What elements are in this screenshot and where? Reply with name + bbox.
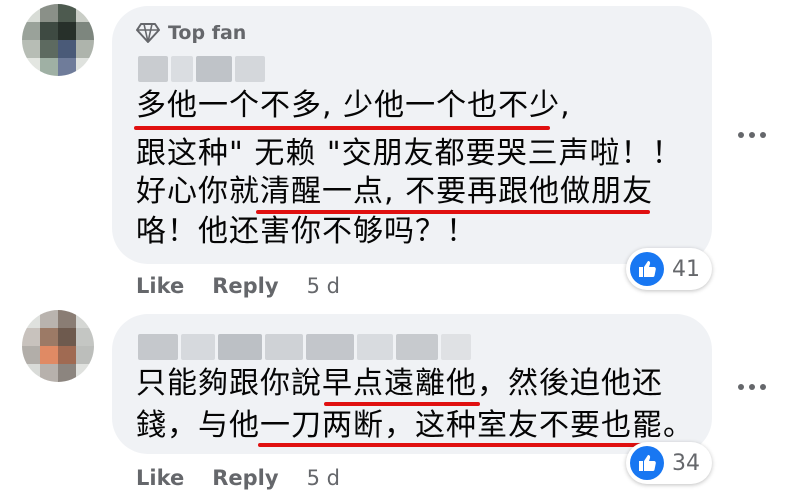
avatar[interactable] bbox=[22, 310, 94, 382]
comment-text-line: 好心你就清醒一点, 不要再跟他做朋友 bbox=[136, 174, 654, 209]
avatar[interactable] bbox=[22, 4, 94, 76]
diamond-icon bbox=[136, 23, 160, 43]
comment-text-line: 多他一个不多, 少他一个也不少, bbox=[136, 88, 571, 123]
comment-actions: Like Reply 5 d bbox=[136, 466, 340, 490]
like-button[interactable]: Like bbox=[136, 274, 184, 298]
like-button[interactable]: Like bbox=[136, 466, 184, 490]
commenter-name[interactable] bbox=[138, 334, 471, 360]
timestamp[interactable]: 5 d bbox=[307, 466, 340, 490]
comment-actions: Like Reply 5 d bbox=[136, 274, 340, 298]
comment-text-line: 咯！他还害你不够吗？！ bbox=[136, 214, 477, 249]
highlight-underline bbox=[134, 126, 550, 130]
reaction-count-value: 34 bbox=[672, 450, 700, 476]
reaction-count[interactable]: 41 bbox=[626, 248, 712, 290]
comment-text-line: 錢，与他一刀两断，这种室友不要也罷。 bbox=[136, 408, 694, 443]
timestamp[interactable]: 5 d bbox=[307, 274, 340, 298]
comment-text-line: 跟这种" 无赖 "交朋友都要哭三声啦！！ bbox=[136, 136, 683, 171]
top-fan-label: Top fan bbox=[168, 22, 247, 44]
commenter-name[interactable] bbox=[138, 56, 265, 82]
comment-text-line: 只能夠跟你說早点遠離他，然後迫他还 bbox=[136, 366, 663, 401]
reaction-count[interactable]: 34 bbox=[626, 442, 712, 484]
reply-button[interactable]: Reply bbox=[212, 466, 278, 490]
thumbs-up-icon bbox=[630, 446, 664, 480]
reaction-count-value: 41 bbox=[672, 256, 700, 282]
reply-button[interactable]: Reply bbox=[212, 274, 278, 298]
top-fan-badge: Top fan bbox=[136, 22, 246, 44]
highlight-underline bbox=[258, 443, 668, 447]
more-options-icon[interactable] bbox=[738, 384, 766, 390]
thumbs-up-icon bbox=[630, 252, 664, 286]
more-options-icon[interactable] bbox=[738, 132, 766, 138]
